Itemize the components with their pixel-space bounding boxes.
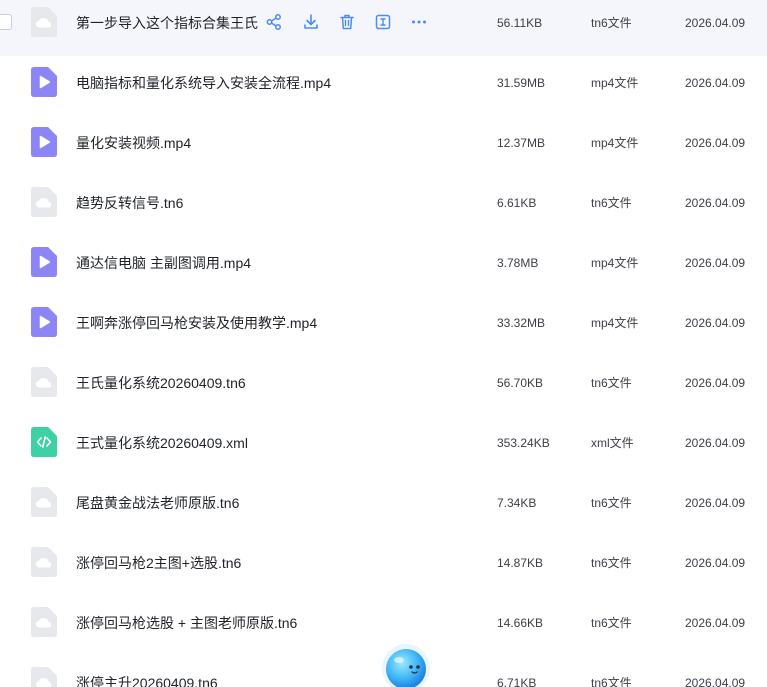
file-name[interactable]: 王啊奔涨停回马枪安装及使用教学.mp4 <box>76 314 317 332</box>
rename-icon[interactable] <box>374 13 392 31</box>
file-size: 33.32MB <box>497 316 546 330</box>
file-name[interactable]: 趋势反转信号.tn6 <box>76 194 183 212</box>
file-size: 353.24KB <box>497 436 550 450</box>
file-date: 2026.04.09 <box>685 76 746 90</box>
file-size: 3.78MB <box>497 256 539 270</box>
file-size: 56.70KB <box>497 376 544 390</box>
file-row[interactable]: 第一步导入这个指标合集王氏 56.11KB tn6文件 2026.04.09 <box>0 0 767 56</box>
file-date: 2026.04.09 <box>685 136 746 150</box>
file-list: 第一步导入这个指标合集王氏 56.11KB tn6文件 2026.04.09 电… <box>0 0 767 687</box>
tn6-file-icon <box>31 367 57 397</box>
file-type: tn6文件 <box>591 196 632 210</box>
file-row[interactable]: 王式量化系统20260409.xml 353.24KB xml文件 2026.0… <box>0 416 767 476</box>
file-row[interactable]: 尾盘黄金战法老师原版.tn6 7.34KB tn6文件 2026.04.09 <box>0 476 767 536</box>
file-row[interactable]: 王啊奔涨停回马枪安装及使用教学.mp4 33.32MB mp4文件 2026.0… <box>0 296 767 356</box>
file-name[interactable]: 涨停回马枪选股 + 主图老师原版.tn6 <box>76 614 297 632</box>
tn6-file-icon <box>31 547 57 577</box>
tn6-file-icon <box>31 607 57 637</box>
file-size: 14.87KB <box>497 556 544 570</box>
file-date: 2026.04.09 <box>685 376 746 390</box>
tn6-file-icon <box>31 667 57 687</box>
file-name[interactable]: 涨停回马枪2主图+选股.tn6 <box>76 554 241 572</box>
delete-icon[interactable] <box>338 13 356 31</box>
file-row[interactable]: 电脑指标和量化系统导入安装全流程.mp4 31.59MB mp4文件 2026.… <box>0 56 767 116</box>
file-type: tn6文件 <box>591 16 632 30</box>
tn6-file-icon <box>31 487 57 517</box>
file-type: tn6文件 <box>591 676 632 687</box>
file-type: xml文件 <box>591 436 634 450</box>
assistant-mascot-icon[interactable] <box>381 643 431 687</box>
file-type: mp4文件 <box>591 76 639 90</box>
file-size: 6.71KB <box>497 676 537 687</box>
file-type: tn6文件 <box>591 496 632 510</box>
file-row[interactable]: 通达信电脑 主副图调用.mp4 3.78MB mp4文件 2026.04.09 <box>0 236 767 296</box>
file-type: tn6文件 <box>591 376 632 390</box>
tn6-file-icon <box>31 7 57 37</box>
file-name[interactable]: 尾盘黄金战法老师原版.tn6 <box>76 494 239 512</box>
file-date: 2026.04.09 <box>685 316 746 330</box>
file-type: mp4文件 <box>591 136 639 150</box>
video-file-icon <box>31 307 57 337</box>
file-date: 2026.04.09 <box>685 256 746 270</box>
file-date: 2026.04.09 <box>685 436 746 450</box>
file-name[interactable]: 王氏量化系统20260409.tn6 <box>76 374 246 392</box>
file-date: 2026.04.09 <box>685 496 746 510</box>
file-name[interactable]: 电脑指标和量化系统导入安装全流程.mp4 <box>76 74 331 92</box>
file-name[interactable]: 通达信电脑 主副图调用.mp4 <box>76 254 251 272</box>
file-name[interactable]: 涨停主升20260409.tn6 <box>76 674 218 687</box>
video-file-icon <box>31 127 57 157</box>
file-size: 56.11KB <box>497 16 543 30</box>
file-date: 2026.04.09 <box>685 676 746 687</box>
file-date: 2026.04.09 <box>685 556 746 570</box>
file-size: 6.61KB <box>497 196 537 210</box>
file-size: 14.66KB <box>497 616 544 630</box>
file-size: 31.59MB <box>497 76 546 90</box>
file-size: 7.34KB <box>497 496 537 510</box>
file-type: tn6文件 <box>591 556 632 570</box>
file-type: mp4文件 <box>591 256 639 270</box>
file-row[interactable]: 量化安装视频.mp4 12.37MB mp4文件 2026.04.09 <box>0 116 767 176</box>
video-file-icon <box>31 67 57 97</box>
file-name[interactable]: 第一步导入这个指标合集王氏 <box>76 14 258 32</box>
share-icon[interactable] <box>265 13 283 31</box>
file-date: 2026.04.09 <box>685 616 746 630</box>
file-row[interactable]: 趋势反转信号.tn6 6.61KB tn6文件 2026.04.09 <box>0 176 767 236</box>
row-checkbox[interactable] <box>0 14 12 30</box>
file-row[interactable]: 王氏量化系统20260409.tn6 56.70KB tn6文件 2026.04… <box>0 356 767 416</box>
file-row[interactable]: 涨停回马枪2主图+选股.tn6 14.87KB tn6文件 2026.04.09 <box>0 536 767 596</box>
file-type: tn6文件 <box>591 616 632 630</box>
code-file-icon <box>31 427 57 457</box>
file-type: mp4文件 <box>591 316 639 330</box>
more-icon[interactable] <box>410 13 428 31</box>
file-size: 12.37MB <box>497 136 546 150</box>
file-name[interactable]: 量化安装视频.mp4 <box>76 134 191 152</box>
file-date: 2026.04.09 <box>685 16 746 30</box>
video-file-icon <box>31 247 57 277</box>
download-icon[interactable] <box>302 13 320 31</box>
file-name[interactable]: 王式量化系统20260409.xml <box>76 434 248 452</box>
tn6-file-icon <box>31 187 57 217</box>
file-date: 2026.04.09 <box>685 196 746 210</box>
